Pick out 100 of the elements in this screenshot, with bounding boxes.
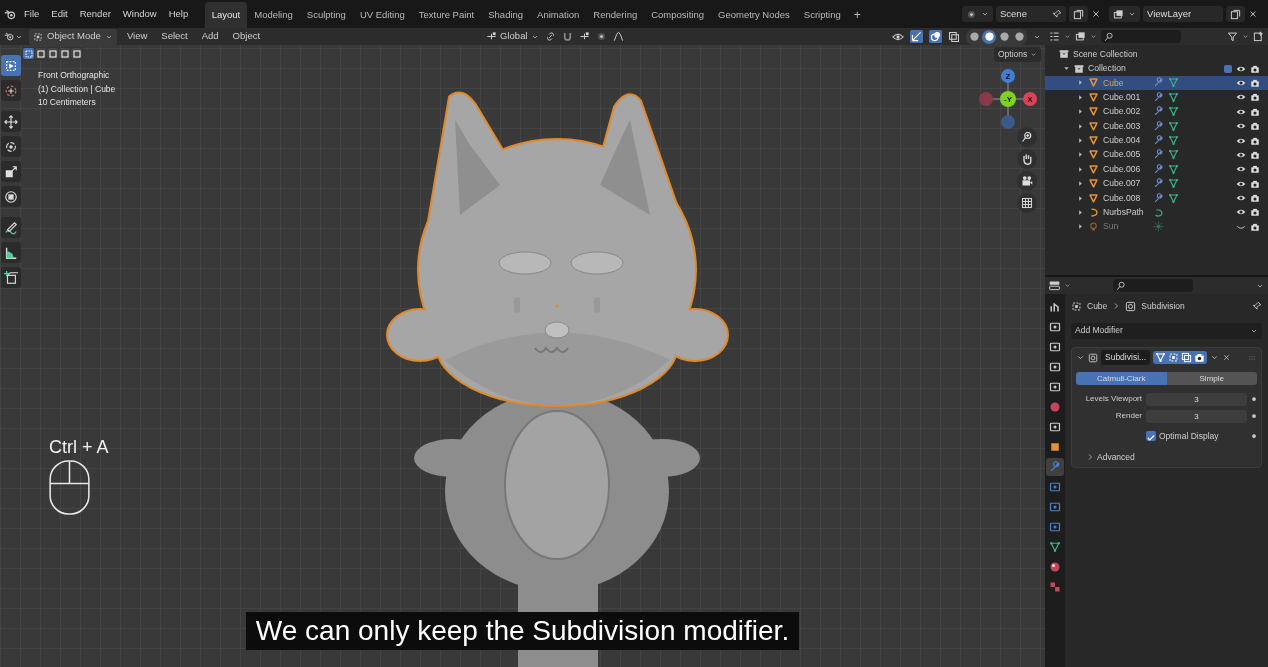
tool-button[interactable] (1, 267, 21, 288)
advanced-subpanel-header[interactable]: Advanced (1076, 446, 1257, 464)
vertex-triangle-icon (1168, 120, 1179, 132)
tree-item[interactable]: Collection (1088, 62, 1220, 76)
add-modifier-dropdown[interactable]: Add Modifier (1071, 322, 1262, 339)
menu-item[interactable]: Help (163, 4, 194, 24)
selection-mode-button[interactable] (47, 48, 58, 59)
menu-item[interactable]: Window (117, 4, 162, 24)
scene-selector[interactable]: Scene (996, 6, 1066, 22)
wrench-icon (1153, 91, 1164, 103)
outliner-row[interactable]: Cube.008 (1045, 190, 1268, 206)
algorithm-tab[interactable]: Catmull-Clark (1076, 371, 1167, 385)
menu-item[interactable]: Object (228, 29, 265, 44)
camera-icon (1250, 207, 1260, 218)
menu-item[interactable]: File (19, 4, 45, 24)
selection-mode-button[interactable] (59, 48, 70, 59)
filter-icon (1227, 31, 1238, 42)
workspace-tab[interactable]: Sculpting (299, 1, 353, 28)
projection-button[interactable] (1017, 193, 1037, 213)
menu-item[interactable]: Add (197, 29, 223, 44)
mode-dropdown[interactable]: Object Mode (29, 28, 117, 45)
workspace-tab[interactable]: Texture Paint (411, 1, 482, 28)
search-icon (1104, 31, 1114, 42)
mouse-icon (49, 460, 90, 515)
add-workspace-button[interactable]: + (847, 4, 867, 28)
options-dropdown[interactable]: Options (994, 47, 1042, 62)
workspace-tab[interactable]: Compositing (644, 1, 711, 28)
search-field[interactable] (1101, 30, 1181, 43)
snap-icon (578, 31, 590, 42)
outliner-row[interactable]: Cube.005 (1045, 147, 1268, 163)
view-layer-selector[interactable]: ViewLayer (1143, 6, 1223, 22)
tool-button[interactable] (1, 161, 21, 182)
modifier-icon (1088, 352, 1098, 363)
outliner-row[interactable]: Cube.004 (1045, 133, 1268, 148)
outliner-row[interactable]: Cube.003 (1045, 118, 1268, 134)
selection-mode-button[interactable] (35, 48, 46, 59)
wrench-icon (1153, 178, 1164, 190)
outliner-row[interactable]: Cube.007 (1045, 176, 1268, 191)
tool-button[interactable] (1, 111, 21, 132)
shading-mode-button[interactable] (997, 29, 1011, 44)
algorithm-tab[interactable]: Simple (1166, 371, 1257, 385)
tool-button[interactable] (1, 186, 21, 207)
camera-view-button[interactable] (1017, 171, 1037, 191)
selection-mode-button[interactable] (71, 48, 82, 59)
scene-type-button[interactable] (962, 6, 993, 22)
workspace-tab[interactable]: UV Editing (352, 1, 412, 28)
outliner-row[interactable]: NurbsPath (1045, 205, 1268, 220)
shortcut-text: Ctrl + A (49, 436, 109, 459)
tool-button[interactable] (1, 136, 21, 157)
sphere-icon (998, 31, 1010, 42)
checkbox[interactable] (1224, 64, 1232, 73)
workspace-tab[interactable]: Animation (530, 1, 587, 28)
workspace-tab[interactable]: Scripting (796, 1, 848, 28)
checkbox[interactable] (1146, 431, 1156, 442)
selection-mode-button[interactable] (23, 48, 34, 59)
workspace-tab[interactable]: Shading (481, 1, 531, 28)
workspace-tab[interactable]: Modeling (247, 1, 300, 28)
modifier-name-field[interactable]: Subdivisi... (1101, 350, 1151, 366)
curve-data-icon (1153, 207, 1164, 218)
tool-button[interactable] (1, 242, 21, 263)
menu-item[interactable]: Select (157, 29, 192, 44)
tree-item[interactable]: Scene Collection (1073, 47, 1138, 61)
curve-icon (1088, 207, 1099, 218)
pan-button[interactable] (1017, 149, 1037, 169)
workspace-tab[interactable]: Layout (204, 1, 248, 28)
outliner-row[interactable]: Cube.001 (1045, 90, 1268, 105)
menu-item[interactable]: Edit (46, 4, 73, 24)
breadcrumb-item: Cube (1087, 300, 1108, 313)
menu-item[interactable]: View (122, 29, 152, 44)
square-icon (24, 49, 33, 58)
shading-mode-button[interactable] (967, 29, 981, 44)
orientation-dropdown[interactable]: Global (486, 29, 539, 44)
subtitle-text: We can only keep the Subdivision modifier. (245, 612, 800, 650)
outliner-row[interactable]: Cube.002 (1045, 104, 1268, 119)
search-field[interactable] (1113, 279, 1193, 292)
vertex-triangle-icon (1168, 106, 1179, 118)
copy-button[interactable] (1069, 6, 1088, 22)
outliner-row[interactable]: Cube.006 (1045, 162, 1268, 177)
axis-gizmo-drawing[interactable] (979, 69, 1037, 129)
vertex-triangle-icon (1168, 77, 1179, 89)
outliner-row[interactable]: Sun (1045, 219, 1268, 235)
number-field[interactable]: 3 (1146, 409, 1247, 423)
check-icon (1146, 432, 1156, 443)
workspace-tab[interactable]: Geometry Nodes (711, 1, 797, 28)
tool-button[interactable] (1, 55, 21, 76)
editor-type-button[interactable] (4, 31, 23, 42)
vertex-triangle-icon (1168, 91, 1179, 103)
object-icon (1049, 441, 1061, 453)
zoom-button[interactable] (1017, 127, 1037, 147)
tool-button[interactable] (1, 217, 21, 238)
shading-mode-button[interactable] (982, 29, 996, 44)
caret-icon (1030, 50, 1038, 58)
workspace-tab[interactable]: Rendering (586, 1, 645, 28)
copy-button[interactable] (1226, 6, 1245, 22)
menu-item[interactable]: Render (74, 4, 116, 24)
view-layer-type-button[interactable] (1109, 6, 1140, 22)
number-field[interactable]: 3 (1146, 392, 1247, 406)
shading-mode-button[interactable] (1012, 29, 1026, 44)
edit-mode-icon (1168, 352, 1180, 364)
outliner-row[interactable]: Cube (1045, 75, 1268, 91)
